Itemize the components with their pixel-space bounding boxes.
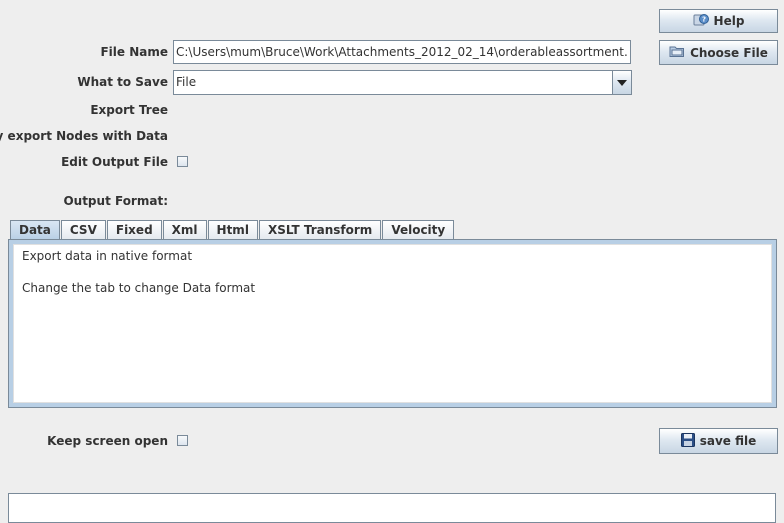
what-to-save-value: File — [176, 75, 197, 89]
message-area — [8, 493, 776, 523]
output-format-label: Output Format: — [63, 194, 168, 208]
save-file-button-label: save file — [699, 434, 757, 448]
chevron-down-icon — [617, 79, 627, 86]
choose-file-button[interactable]: Choose File — [659, 40, 778, 65]
folder-icon — [669, 44, 685, 61]
tab-data[interactable]: Data — [10, 220, 60, 240]
help-icon: ? — [693, 13, 709, 30]
file-name-input[interactable] — [173, 40, 631, 64]
keep-screen-open-label: Keep screen open — [47, 434, 168, 448]
tab-xml[interactable]: Xml — [162, 220, 207, 240]
edit-output-file-label: Edit Output File — [61, 155, 168, 169]
export-tree-label: Export Tree — [90, 103, 168, 117]
help-button-label: Help — [713, 14, 745, 28]
panel-hint: Change the tab to change Data format — [22, 281, 256, 295]
tab-velocity[interactable]: Velocity — [382, 220, 455, 240]
edit-output-file-checkbox[interactable] — [177, 156, 188, 167]
combo-dropdown-button[interactable] — [612, 71, 631, 94]
tab-panel: Export data in native format Change the … — [8, 239, 777, 408]
only-export-nodes-label: Only export Nodes with Data — [0, 129, 168, 143]
panel-description: Export data in native format — [22, 249, 193, 263]
save-file-button[interactable]: save file — [659, 428, 778, 454]
tab-html[interactable]: Html — [207, 220, 258, 240]
floppy-disk-icon — [680, 432, 695, 450]
tab-content: Export data in native format Change the … — [13, 244, 772, 403]
what-to-save-combo[interactable]: File — [173, 70, 632, 95]
svg-text:?: ? — [702, 15, 706, 23]
help-button[interactable]: ? Help — [659, 9, 778, 33]
tab-fixed[interactable]: Fixed — [106, 220, 162, 240]
tab-xslt-transform[interactable]: XSLT Transform — [258, 220, 382, 240]
keep-screen-open-checkbox[interactable] — [177, 435, 188, 446]
choose-file-button-label: Choose File — [690, 45, 768, 60]
output-format-tabs: Data CSV Fixed Xml Html XSLT Transform V… — [10, 220, 455, 240]
file-name-label: File Name — [100, 45, 168, 59]
what-to-save-label: What to Save — [77, 75, 168, 89]
tab-csv[interactable]: CSV — [60, 220, 106, 240]
